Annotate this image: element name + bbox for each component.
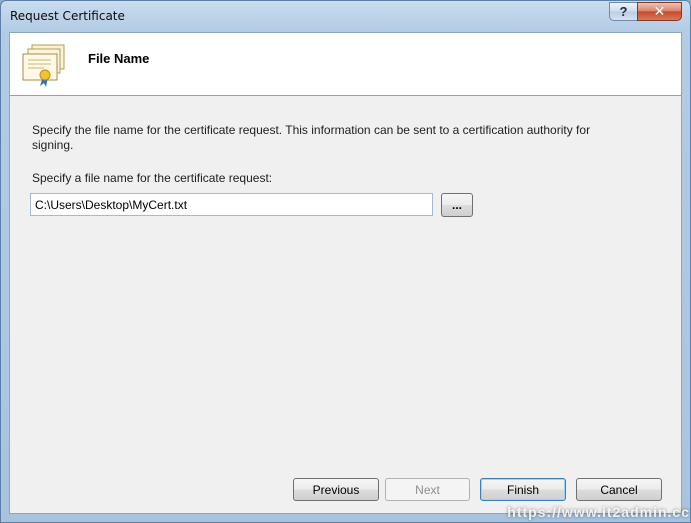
title-bar[interactable]: Request Certificate ? ✕ [1,1,690,31]
dialog-body: File Name Specify the file name for the … [9,32,682,514]
browse-label: ... [451,198,462,212]
cancel-button[interactable]: Cancel [576,478,662,501]
caption-buttons: ? ✕ [609,2,682,21]
window-title: Request Certificate [10,9,125,23]
filename-input[interactable] [30,193,433,216]
browse-button[interactable]: ... [441,193,473,217]
filename-label: Specify a file name for the certificate … [32,171,273,185]
previous-button[interactable]: Previous [293,478,379,501]
help-button[interactable]: ? [609,2,637,21]
next-button[interactable]: Next [385,478,470,501]
help-icon: ? [619,4,628,19]
close-icon: ✕ [653,3,666,19]
wizard-header: File Name [10,33,681,96]
page-title: File Name [88,51,150,66]
finish-button[interactable]: Finish [480,478,566,501]
close-button[interactable]: ✕ [637,2,682,21]
request-certificate-dialog: Request Certificate ? ✕ File Name Specif… [0,0,691,523]
certificate-icon [22,44,65,87]
watermark: https://www.it2admin.cc [507,504,690,520]
description-text: Specify the file name for the certificat… [32,123,591,152]
